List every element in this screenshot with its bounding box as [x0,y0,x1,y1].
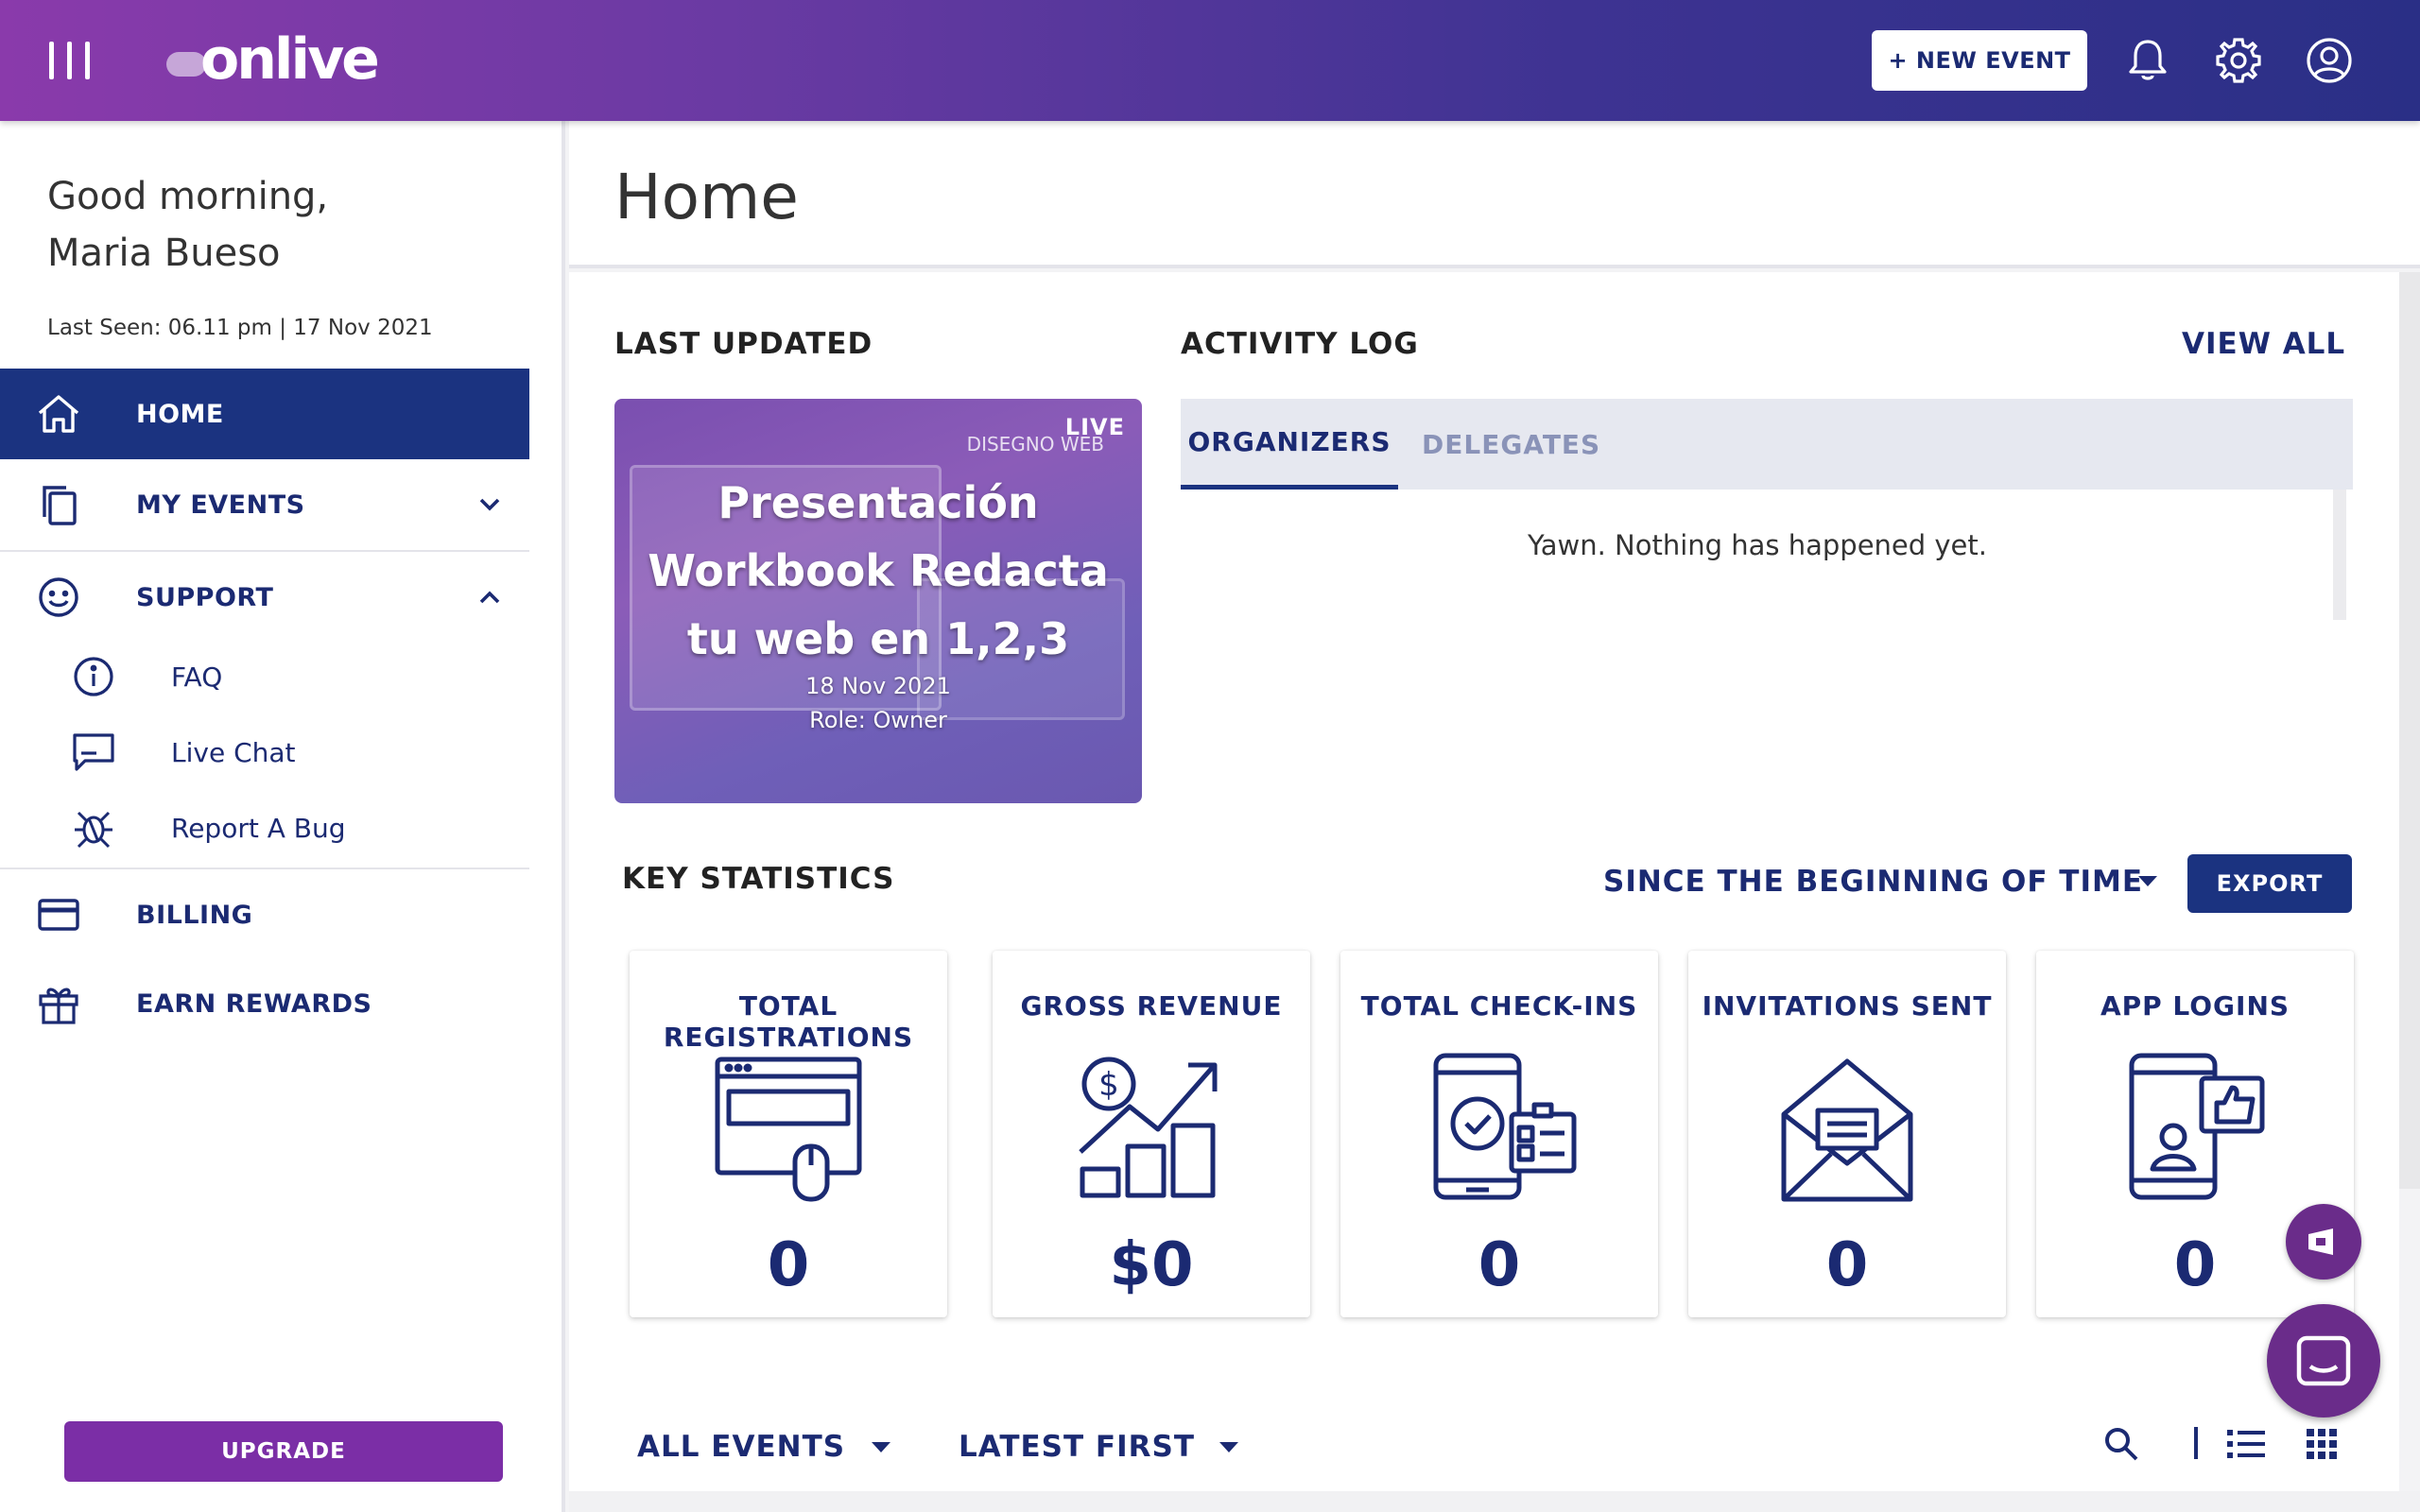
feedback-button[interactable] [2286,1204,2361,1280]
stat-card-total-registrations: TOTAL REGISTRATIONS 0 [630,951,947,1317]
gear-icon[interactable] [2212,34,2265,87]
event-title-line: Workbook Redacta [648,545,1109,596]
sidebar-item-my-events[interactable]: MY EVENTS [0,459,529,550]
home-icon [34,389,83,438]
view-separator [2182,1423,2210,1465]
stat-value: $0 [1109,1230,1194,1300]
bug-icon [70,804,117,851]
support-item-label: FAQ [171,661,223,693]
user-name: Maria Bueso [47,232,281,275]
revenue-chart-icon: $ [1057,1043,1246,1213]
stat-value: 0 [1478,1230,1521,1300]
stat-value: 0 [1825,1230,1869,1300]
support-item-report-bug[interactable]: Report A Bug [0,794,529,862]
sidebar-item-home[interactable]: HOME [0,369,529,459]
date-range-select[interactable]: SINCE THE BEGINNING OF TIME [1603,860,2170,903]
caret-down-icon[interactable] [872,1442,890,1452]
event-title-line: Presentación [717,477,1039,528]
upgrade-button[interactable]: UPGRADE [64,1421,503,1482]
activity-tabs: ORGANIZERS DELEGATES [1181,399,2353,490]
app-logo[interactable]: onlive [166,26,380,93]
activity-empty-message: Yawn. Nothing has happened yet. [1527,529,1987,561]
page-scrollbar[interactable] [2399,272,2420,1189]
chat-icon [2296,1335,2351,1386]
page-header: Home [569,121,2420,268]
app-login-icon [2100,1043,2290,1213]
support-item-label: Live Chat [171,736,296,768]
search-icon[interactable] [2100,1423,2142,1465]
info-icon [70,653,117,700]
copy-icon [34,480,83,529]
sidebar-item-support[interactable]: SUPPORT [0,552,529,643]
activity-scrollbar[interactable] [2333,490,2346,620]
event-background-tag: DISEGNO WEB [966,433,1104,455]
stat-card-total-check-ins: TOTAL CHECK-INS 0 [1340,951,1658,1317]
support-item-faq[interactable]: FAQ [0,643,529,711]
tab-delegates[interactable]: DELEGATES [1422,399,1600,490]
credit-card-icon [34,890,83,939]
events-filter-select[interactable]: ALL EVENTS [637,1425,845,1469]
chat-launcher-button[interactable] [2267,1304,2380,1418]
mobile-checkin-icon [1405,1043,1594,1213]
stat-card-gross-revenue: GROSS REVENUE $ $0 [993,951,1310,1317]
gift-icon [34,979,83,1028]
event-role: Role: Owner [809,707,947,733]
list-view-icon[interactable] [2225,1423,2267,1465]
sidebar-item-earn-rewards[interactable]: EARN REWARDS [0,958,529,1049]
caret-down-icon[interactable] [2138,876,2157,886]
sidebar-item-label: MY EVENTS [136,490,305,520]
event-date: 18 Nov 2021 [805,673,951,699]
user-circle-icon[interactable] [2303,34,2356,87]
tab-organizers[interactable]: ORGANIZERS [1181,399,1398,490]
sidebar-item-label: EARN REWARDS [136,988,372,1019]
event-title-line: tu web en 1,2,3 [686,613,1070,664]
sidebar: Good morning, Maria Bueso Last Seen: 06.… [0,121,565,1512]
key-statistics-title: KEY STATISTICS [622,862,895,896]
chevron-up-icon[interactable] [475,582,505,612]
sort-order-select[interactable]: LATEST FIRST [959,1425,1195,1469]
grid-view-icon[interactable] [2301,1423,2342,1465]
last-seen: Last Seen: 06.11 pm | 17 Nov 2021 [47,316,433,340]
stat-label: TOTAL CHECK-INS [1360,990,1638,1022]
event-title: Presentación Workbook Redacta tu web en … [614,469,1142,673]
menu-icon[interactable] [49,42,102,79]
activity-log-title: ACTIVITY LOG [1181,327,1419,361]
logo-text: onlive [200,26,380,93]
bell-icon[interactable] [2121,34,2174,87]
chat-icon [70,729,117,776]
page-title: Home [614,161,799,233]
greeting: Good morning, Maria Bueso [47,168,328,282]
stat-label: GROSS REVENUE [1020,990,1283,1022]
megaphone-icon [2308,1228,2333,1255]
bottom-strip [569,1491,2420,1512]
stat-label: APP LOGINS [2100,990,2290,1022]
smiley-icon [34,573,83,622]
view-all-link[interactable]: VIEW ALL [2182,327,2345,361]
registration-form-icon [694,1043,883,1213]
greeting-line: Good morning, [47,175,329,218]
stat-card-invitations-sent: INVITATIONS SENT 0 [1688,951,2006,1317]
sidebar-item-label: BILLING [136,900,253,930]
support-item-label: Report A Bug [171,812,346,844]
svg-text:$: $ [1098,1066,1119,1104]
sidebar-item-label: HOME [136,399,224,429]
sidebar-item-billing[interactable]: BILLING [0,869,529,960]
envelope-icon [1753,1043,1942,1213]
support-item-live-chat[interactable]: Live Chat [0,718,529,786]
sidebar-item-label: SUPPORT [136,582,274,612]
chevron-down-icon[interactable] [475,490,505,520]
last-updated-event-card[interactable]: LIVE DISEGNO WEB Presentación Workbook R… [614,399,1142,803]
top-bar: onlive + NEW EVENT [0,0,2420,121]
export-button[interactable]: EXPORT [2187,854,2352,913]
new-event-button[interactable]: + NEW EVENT [1872,30,2087,91]
stat-label: INVITATIONS SENT [1702,990,1993,1022]
last-updated-title: LAST UPDATED [614,327,873,361]
caret-down-icon[interactable] [1219,1442,1238,1452]
stat-value: 0 [767,1230,810,1300]
